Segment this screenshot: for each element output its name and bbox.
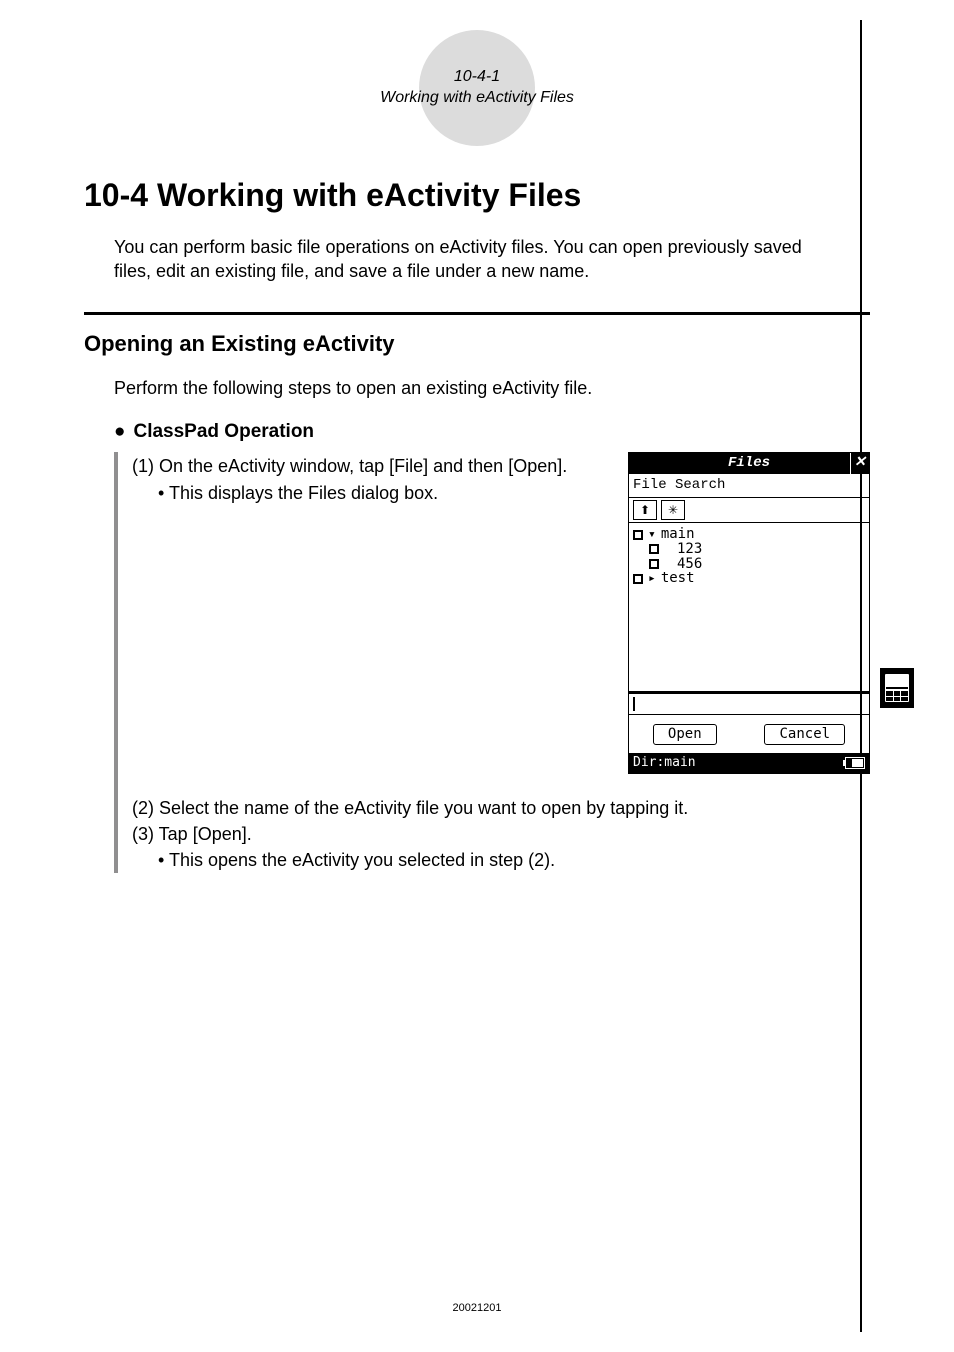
open-button[interactable]: Open [653,724,717,745]
tree-item-456[interactable]: 456 [677,557,702,572]
close-icon[interactable]: ✕ [850,453,869,474]
dialog-titlebar: Files ✕ [629,453,869,474]
intro-paragraph: You can perform basic file operations on… [114,235,830,284]
page-right-rule [860,20,862,1332]
bullet-icon: ● [114,419,125,445]
operation-label-row: ● ClassPad Operation [114,419,870,445]
file-tree[interactable]: main 123 456 test [629,523,869,693]
header-badge: 10-4-1 Working with eActivity Files [84,30,870,146]
filename-input[interactable] [629,693,869,715]
divider [84,312,870,315]
step-3: (3) Tap [Open]. [132,822,870,846]
files-dialog-screenshot: Files ✕ File Search ⬆ ✳ main 123 456 tes… [628,452,870,773]
battery-icon [845,757,865,769]
tree-folder-main[interactable]: main [661,527,695,542]
operation-label: ClassPad Operation [133,419,314,445]
status-dir: Dir:main [633,754,696,772]
procedure-block: (1) On the eActivity window, tap [File] … [114,452,870,872]
dialog-menubar[interactable]: File Search [629,474,869,497]
page-title: 10-4 Working with eActivity Files [84,174,870,217]
up-folder-icon[interactable]: ⬆ [633,500,657,520]
cancel-button[interactable]: Cancel [764,724,845,745]
footer-date: 20021201 [0,1301,954,1316]
subsection-intro: Perform the following steps to open an e… [114,376,830,400]
dialog-title: Files [728,455,770,471]
dialog-toolbar: ⬆ ✳ [629,497,869,523]
new-folder-icon[interactable]: ✳ [661,500,685,520]
tree-item-123[interactable]: 123 [677,542,702,557]
step-2: (2) Select the name of the eActivity fil… [132,796,870,820]
subsection-heading: Opening an Existing eActivity [84,329,870,359]
tree-folder-test[interactable]: test [661,571,695,586]
dialog-statusbar: Dir:main [629,753,869,773]
step-1-bullet: • This displays the Files dialog box. [158,481,608,505]
step-1: (1) On the eActivity window, tap [File] … [132,454,608,478]
step-3-bullet: • This opens the eActivity you selected … [158,848,870,872]
header-section-number: 10-4-1 [380,67,574,88]
header-section-name: Working with eActivity Files [380,88,574,109]
calculator-tab-icon[interactable] [880,668,914,708]
